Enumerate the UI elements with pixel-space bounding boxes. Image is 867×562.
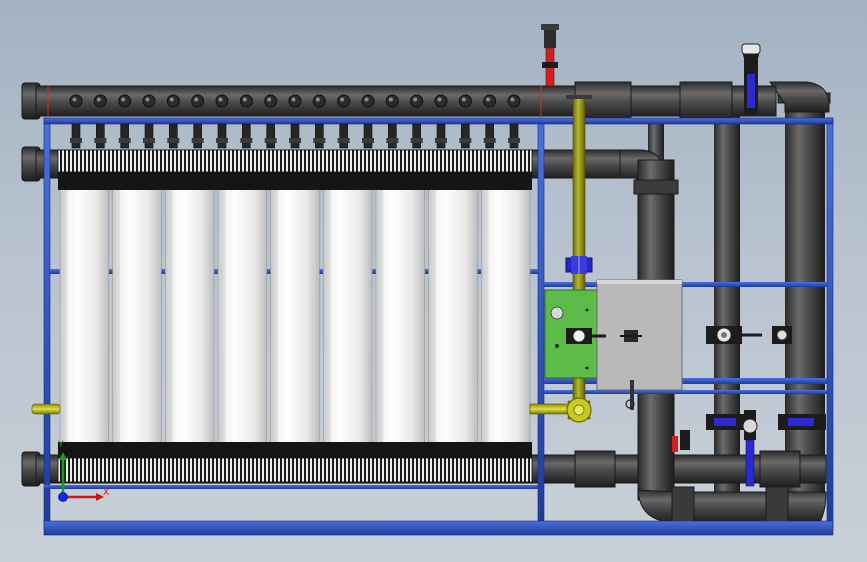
header-port-cap	[288, 94, 302, 108]
module-nozzle	[461, 123, 470, 149]
header-port-highlight	[364, 97, 369, 102]
module-nozzle	[388, 123, 397, 149]
header-port-cap	[215, 94, 229, 108]
header-port-cap	[264, 94, 278, 108]
module-nozzle	[266, 123, 275, 149]
control-box	[596, 279, 683, 410]
header-port-cap	[142, 94, 156, 108]
header-port-highlight	[315, 97, 320, 102]
nozzle-ring	[240, 138, 253, 143]
header-port-cap	[507, 94, 521, 108]
membrane-module	[270, 187, 320, 445]
small-red-valve	[672, 430, 690, 452]
membrane-module	[428, 187, 478, 445]
header-port-cap	[361, 94, 375, 108]
membrane-highlight	[172, 188, 182, 444]
header-port-highlight	[510, 97, 515, 102]
nozzle-ring	[386, 138, 399, 143]
module-nozzle	[412, 123, 421, 149]
membrane-highlight	[225, 188, 235, 444]
header-port-highlight	[242, 97, 247, 102]
header-port-cap	[483, 94, 497, 108]
nozzle-ring	[264, 138, 277, 143]
membrane-highlight	[330, 188, 340, 444]
module-nozzle	[144, 123, 154, 149]
nozzle-ring	[459, 138, 472, 143]
cad-viewport[interactable]: X Y	[0, 0, 867, 562]
membrane-module-bank	[59, 187, 531, 445]
header-port-cap	[69, 94, 83, 108]
ultrafiltration-skid-drawing	[21, 24, 834, 536]
header-port-highlight	[437, 97, 442, 102]
nozzle-ring	[167, 138, 180, 143]
axis-x-label: X	[103, 488, 110, 498]
membrane-highlight	[383, 188, 393, 444]
header-port-cap	[191, 94, 205, 108]
header-port-highlight	[486, 97, 491, 102]
header-port-highlight	[291, 97, 296, 102]
module-nozzle	[242, 123, 251, 149]
header-port-highlight	[194, 97, 199, 102]
butterfly-valve-mid	[706, 326, 792, 344]
valve-blue-yellow-line	[565, 256, 593, 274]
module-nozzle	[339, 123, 348, 149]
nozzle-ring	[191, 138, 204, 143]
nozzle-ring	[70, 138, 82, 143]
membrane-highlight	[67, 188, 77, 444]
header-port-highlight	[218, 97, 223, 102]
header-port-cap	[166, 94, 180, 108]
header-port-highlight	[461, 97, 466, 102]
header-port-highlight	[72, 97, 77, 102]
module-nozzle	[509, 123, 519, 149]
module-nozzle	[217, 123, 227, 149]
membrane-highlight	[435, 188, 445, 444]
header-port-cap	[118, 94, 132, 108]
nozzle-ring	[410, 138, 423, 143]
module-nozzle	[96, 123, 105, 149]
header-port-highlight	[145, 97, 150, 102]
membrane-highlight	[119, 188, 129, 444]
header-port-highlight	[169, 97, 174, 102]
module-nozzle	[193, 123, 202, 149]
axis-y-label: Y	[58, 440, 64, 450]
nozzle-ring	[289, 138, 301, 143]
module-nozzle	[315, 123, 324, 149]
membrane-highlight	[277, 188, 287, 444]
header-port-cap	[337, 94, 351, 108]
module-nozzle	[71, 123, 81, 149]
module-nozzle	[436, 123, 446, 149]
nozzle-ring	[508, 138, 520, 143]
header-port-highlight	[388, 97, 393, 102]
nozzle-ring	[216, 138, 228, 143]
top-header-pipe	[21, 81, 777, 121]
nozzle-ring	[337, 138, 350, 143]
nozzle-ring	[94, 138, 107, 143]
nozzle-ring	[143, 138, 155, 143]
nozzle-ring	[313, 138, 326, 143]
header-port-highlight	[413, 97, 418, 102]
header-port-cap	[410, 94, 424, 108]
membrane-highlight	[488, 188, 498, 444]
header-port-cap	[239, 94, 253, 108]
module-nozzle	[169, 123, 178, 149]
header-port-cap	[385, 94, 399, 108]
module-nozzle	[363, 123, 373, 149]
header-port-cap	[434, 94, 448, 108]
header-port-cap	[93, 94, 107, 108]
check-valve-top	[741, 43, 761, 114]
nozzle-ring	[118, 138, 131, 143]
header-port-highlight	[121, 97, 126, 102]
nozzle-ring	[435, 138, 447, 143]
header-port-highlight	[267, 97, 272, 102]
module-nozzle	[120, 123, 129, 149]
module-nozzle	[485, 123, 494, 149]
air-vent-valve	[541, 24, 559, 87]
module-nozzle	[290, 123, 300, 149]
nozzle-ring	[362, 138, 374, 143]
header-port-cap	[458, 94, 472, 108]
header-port-highlight	[96, 97, 101, 102]
header-port-cap	[312, 94, 326, 108]
nozzle-ring	[483, 138, 496, 143]
header-port-highlight	[340, 97, 345, 102]
